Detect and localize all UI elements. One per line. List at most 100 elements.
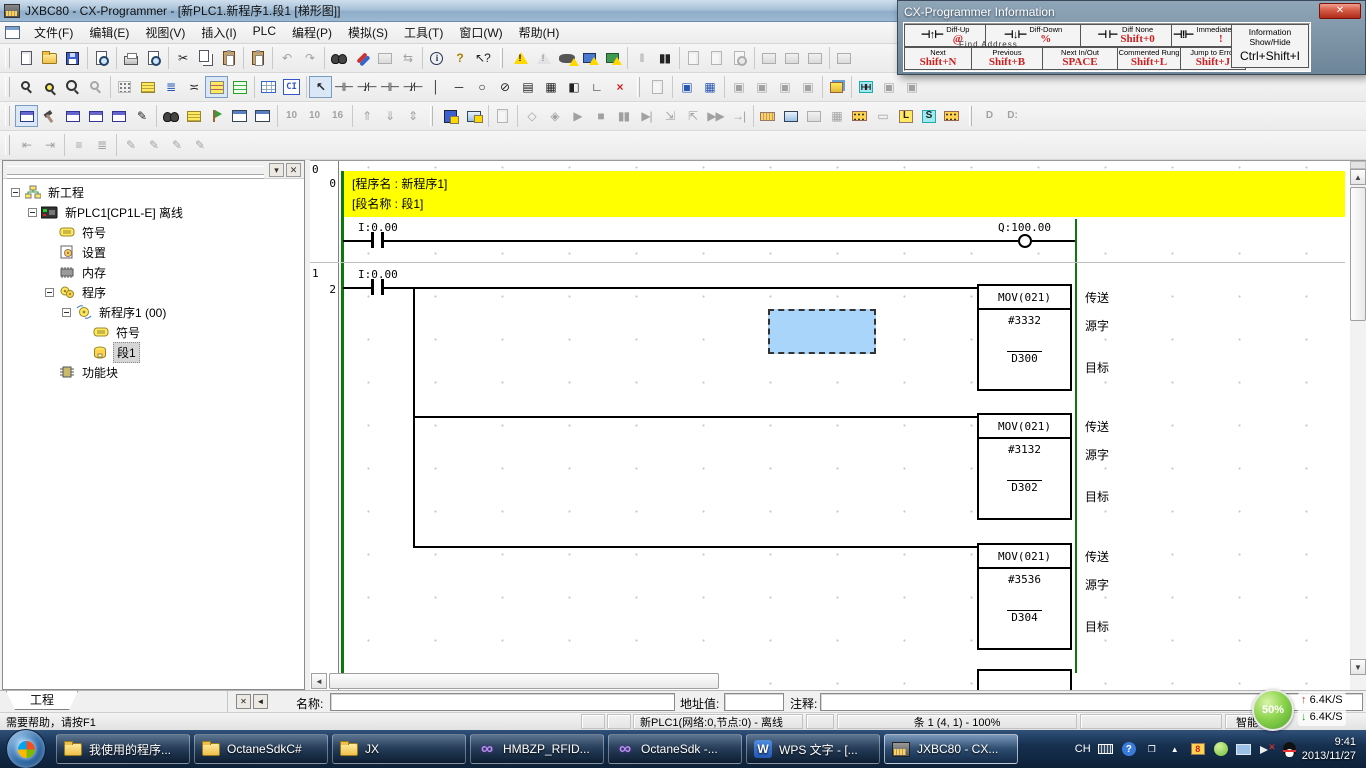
input-method-icon[interactable]: 8 — [1190, 741, 1206, 757]
data-calendar-button[interactable]: ▦ — [698, 76, 721, 98]
source-operand[interactable]: #3332 — [979, 314, 1070, 327]
mov-instruction-block[interactable]: MOV(021)#3132D302 — [977, 413, 1072, 520]
menu-program[interactable]: 编程(P) — [284, 22, 340, 43]
antivirus-icon[interactable] — [1213, 741, 1229, 757]
show-comments-button[interactable] — [136, 76, 159, 98]
select-tool-button[interactable]: ↖ — [309, 76, 332, 98]
context-help-button[interactable]: ↖? — [471, 47, 494, 69]
mnemonic-view-button[interactable] — [228, 76, 251, 98]
mov-instruction-block[interactable]: MOV(021)#3332D300 — [977, 284, 1072, 391]
taskbar-button-folder-jx[interactable]: JX — [332, 734, 466, 764]
scroll-left-button[interactable]: ◄ — [311, 673, 327, 689]
page-window-button[interactable] — [107, 105, 130, 127]
release-protect-button[interactable] — [462, 105, 485, 127]
name-field[interactable] — [330, 693, 675, 711]
mov-instruction-block[interactable]: MOV(021)#3536D304 — [977, 543, 1072, 650]
menu-plc[interactable]: PLC — [245, 22, 284, 43]
new-closed-contact-button[interactable]: ⊣∕⊢ — [355, 76, 378, 98]
workspace-toggle-button[interactable] — [15, 105, 38, 127]
tree-item-programs[interactable]: 程序 — [3, 282, 304, 302]
pause-button[interactable]: ▮▮ — [653, 47, 676, 69]
new-horizontal-button[interactable]: ─ — [447, 76, 470, 98]
contact-operand[interactable]: I:0.00 — [358, 268, 398, 281]
tree-item-function-blocks[interactable]: 功能块 — [3, 362, 304, 382]
menu-window[interactable]: 窗口(W) — [451, 22, 510, 43]
menu-view[interactable]: 视图(V) — [137, 22, 193, 43]
tree-panel-menu-button[interactable]: ▾ — [269, 163, 284, 177]
save-button[interactable] — [61, 47, 84, 69]
rung-list-button[interactable]: ≣ — [159, 76, 182, 98]
paste-special-button[interactable] — [246, 47, 269, 69]
watch-collapse-button[interactable]: ◄ — [253, 694, 268, 709]
scroll-up-button[interactable]: ▲ — [1350, 169, 1366, 185]
find-button[interactable] — [327, 47, 350, 69]
popup-close-button[interactable]: ✕ — [1319, 3, 1361, 19]
io-comment-view-button[interactable]: CI — [280, 76, 303, 98]
menu-simulation[interactable]: 模拟(S) — [340, 22, 396, 43]
search-check-button[interactable] — [555, 47, 578, 69]
taskbar-button-folder-my-programs[interactable]: 我使用的程序... — [56, 734, 190, 764]
build-hammer-button[interactable] — [38, 105, 61, 127]
zoom-fit-button[interactable] — [15, 76, 38, 98]
horizontal-scrollbar[interactable]: ◄ — [311, 673, 1349, 689]
clock[interactable]: 9:41 2013/11/27 — [1302, 735, 1356, 763]
tree-item-program-symbols[interactable]: 符号 — [3, 322, 304, 342]
scroll-down-button[interactable]: ▼ — [1350, 659, 1366, 675]
tree-item-memory[interactable]: 内存 — [3, 262, 304, 282]
online-edit-l-button[interactable]: L — [894, 105, 917, 127]
watch-glasses-button[interactable] — [159, 105, 182, 127]
net-speed-ball[interactable]: 50% — [1252, 689, 1294, 731]
cut-button[interactable]: ✂ — [171, 47, 194, 69]
tree-item-project-root[interactable]: 新工程 — [3, 182, 304, 202]
expand-box[interactable] — [11, 188, 20, 197]
taskbar-button-folder-octanesdkcsharp[interactable]: OctaneSdkC# — [194, 734, 328, 764]
new-closed-coil-button[interactable]: ⊘ — [493, 76, 516, 98]
destination-operand[interactable]: D304 — [1007, 610, 1042, 624]
line-corner-button[interactable]: ∟ — [585, 76, 608, 98]
online-simulator-button[interactable] — [779, 105, 802, 127]
properties-button[interactable]: ✎ — [130, 105, 153, 127]
print-preview-button[interactable] — [142, 47, 165, 69]
start-button[interactable] — [6, 729, 46, 768]
source-operand[interactable]: #3536 — [979, 573, 1070, 586]
print-setup-button[interactable] — [90, 47, 113, 69]
new-or-contact-button[interactable]: ⊣⊢ — [378, 76, 401, 98]
paste-button[interactable] — [217, 47, 240, 69]
copy-button[interactable] — [194, 47, 217, 69]
expand-box[interactable] — [28, 208, 37, 217]
source-operand[interactable]: #3132 — [979, 443, 1070, 456]
new-coil-button[interactable]: ○ — [470, 76, 493, 98]
ladder-canvas[interactable]: [程序名 : 新程序1][段名称 : 段1]I:0.00Q:100.00I:0.… — [340, 161, 1350, 690]
info-button[interactable]: i — [425, 47, 448, 69]
io-table-button[interactable] — [205, 105, 228, 127]
sheet-stack-button[interactable]: ▣ — [675, 76, 698, 98]
transfer-check-button[interactable] — [601, 47, 624, 69]
taskbar-button-wps-document[interactable]: WWPS 文字 - [... — [746, 734, 880, 764]
tree-item-settings[interactable]: 设置 — [3, 242, 304, 262]
online-edit-s-button[interactable]: S — [917, 105, 940, 127]
delete-tool-button[interactable]: × — [608, 76, 631, 98]
contact-operand[interactable]: I:0.00 — [358, 221, 398, 234]
split-handle[interactable] — [1350, 161, 1366, 169]
tree-item-plc-node[interactable]: 新PLC1[CP1L-E] 离线 — [3, 202, 304, 222]
new-closed-instruction-button[interactable]: ▦ — [539, 76, 562, 98]
ladder-view-button[interactable] — [205, 76, 228, 98]
watch-close-button[interactable]: ✕ — [236, 694, 251, 709]
expand-box[interactable] — [62, 308, 71, 317]
zoom-custom-button[interactable] — [38, 76, 61, 98]
tree-item-new-program-1[interactable]: 新程序1 (00) — [3, 302, 304, 322]
zoom-in-button[interactable] — [61, 76, 84, 98]
change-all-button[interactable] — [350, 47, 373, 69]
volume-muted-icon[interactable] — [1259, 741, 1275, 757]
menu-edit[interactable]: 编辑(E) — [81, 22, 137, 43]
watch-hh-button[interactable]: HH — [854, 76, 877, 98]
tree-item-symbols[interactable]: 符号 — [3, 222, 304, 242]
popup-title-bar[interactable]: CX-Programmer Information — [898, 1, 1365, 22]
local-symbols-button[interactable] — [182, 105, 205, 127]
taskbar-button-vs-octanesdk[interactable]: ∞OctaneSdk -... — [608, 734, 742, 764]
network-icon[interactable] — [1236, 741, 1252, 757]
tab-project[interactable]: 工程 — [6, 691, 78, 710]
tree-panel-close-button[interactable]: ✕ — [286, 163, 301, 177]
selection-rect[interactable] — [768, 309, 876, 354]
new-instruction-button[interactable]: ▤ — [516, 76, 539, 98]
